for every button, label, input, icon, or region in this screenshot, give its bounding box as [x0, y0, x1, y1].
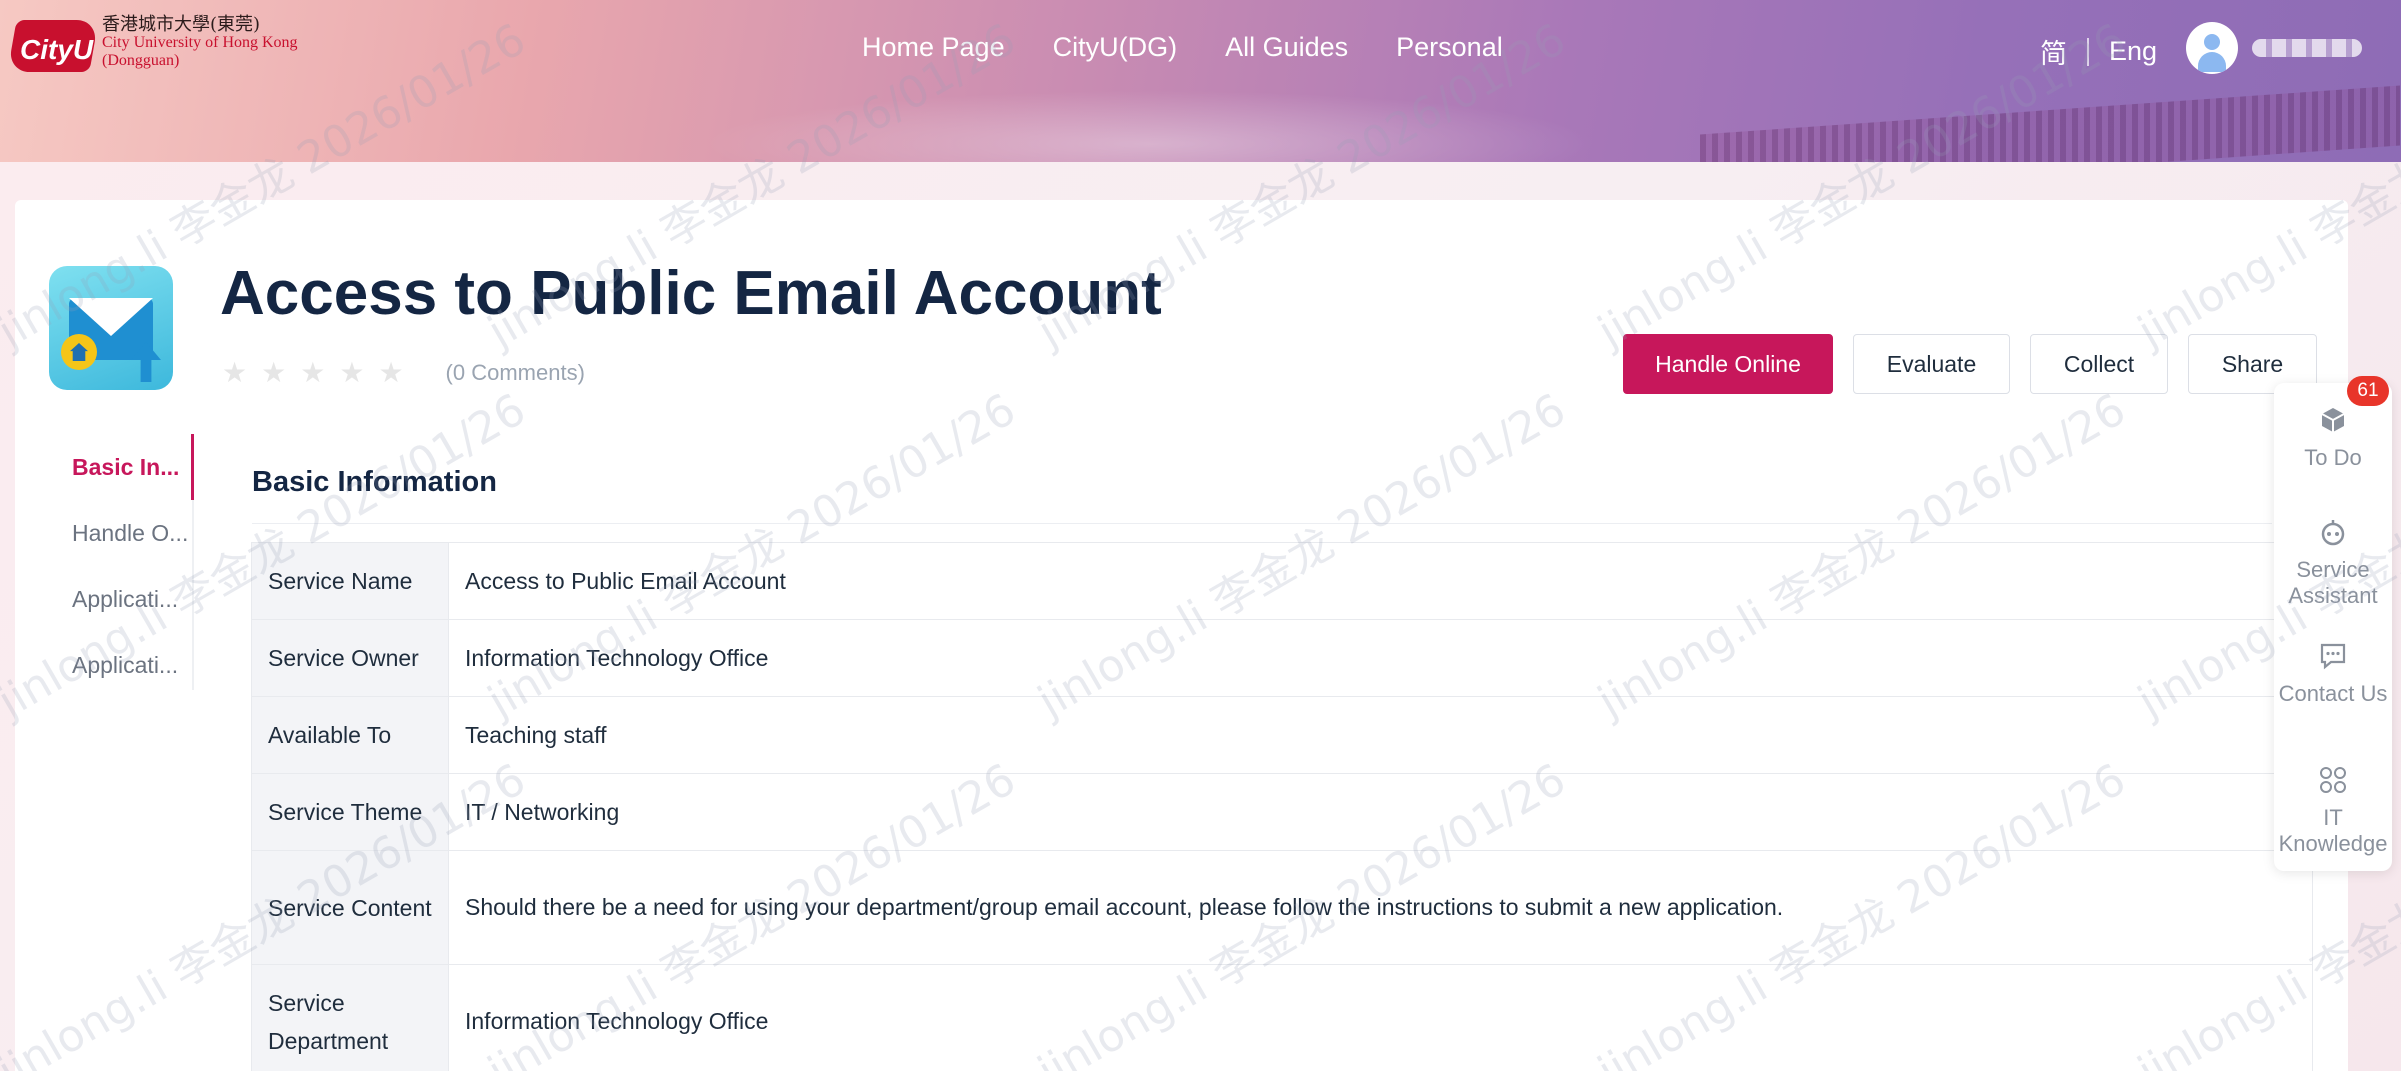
- lang-zh[interactable]: 简: [2040, 32, 2067, 71]
- floating-toolbar: To Do Service Assistant Contact Us IT Kn…: [2274, 383, 2392, 871]
- row-key: Service Content: [251, 850, 449, 965]
- anchor-basic-info[interactable]: Basic In...: [60, 434, 194, 500]
- university-logo[interactable]: CityU 香港城市大學(東莞) City University of Hong…: [6, 14, 298, 76]
- todo-count-badge: 61: [2347, 376, 2389, 406]
- anchor-application-1[interactable]: Applicati...: [60, 566, 192, 632]
- lang-en[interactable]: Eng: [2109, 36, 2157, 67]
- table-row: Service Name Access to Public Email Acco…: [251, 542, 2313, 620]
- star-icon[interactable]: ★: [378, 356, 403, 389]
- todo-label: To Do: [2304, 445, 2362, 470]
- header-building-decoration: [1700, 85, 2400, 162]
- user-menu[interactable]: [2186, 22, 2362, 74]
- row-value: IT / Networking: [448, 773, 2313, 851]
- star-icon[interactable]: ★: [222, 356, 247, 389]
- comments-count[interactable]: (0 Comments): [446, 360, 585, 386]
- star-icon[interactable]: ★: [339, 356, 364, 389]
- row-key: Service Theme: [251, 773, 449, 851]
- anchor-handle-online[interactable]: Handle O...: [60, 500, 192, 566]
- service-assistant-entry[interactable]: Service Assistant: [2274, 517, 2392, 609]
- nav-cityu-dg[interactable]: CityU(DG): [1053, 32, 1177, 63]
- it-knowledge-label: IT Knowledge: [2278, 805, 2388, 856]
- table-row: Service Theme IT / Networking: [251, 773, 2313, 851]
- contact-us-label: Contact Us: [2278, 681, 2388, 706]
- row-value: Information Technology Office: [448, 964, 2313, 1071]
- it-knowledge-entry[interactable]: IT Knowledge: [2274, 765, 2392, 857]
- service-assistant-label: Service Assistant: [2288, 557, 2378, 608]
- handle-online-button[interactable]: Handle Online: [1623, 334, 1833, 394]
- grid-icon: [2318, 765, 2348, 795]
- anchor-nav: Basic In... Handle O... Applicati... App…: [60, 434, 194, 690]
- lang-divider: [2087, 37, 2089, 66]
- top-header: CityU 香港城市大學(東莞) City University of Hong…: [0, 0, 2401, 162]
- star-icon[interactable]: ★: [300, 356, 325, 389]
- robot-icon: [2318, 517, 2348, 547]
- top-nav: Home Page CityU(DG) All Guides Personal: [862, 32, 1503, 63]
- cube-icon: [2318, 405, 2348, 435]
- row-key: Service Department: [251, 964, 449, 1071]
- nav-personal[interactable]: Personal: [1396, 32, 1503, 63]
- row-key: Available To: [251, 696, 449, 774]
- table-row: Available To Teaching staff: [251, 696, 2313, 774]
- nav-all-guides[interactable]: All Guides: [1225, 32, 1348, 63]
- row-key: Service Owner: [251, 619, 449, 697]
- action-buttons: Handle Online Evaluate Collect Share: [1623, 334, 2317, 394]
- username-redacted: [2252, 39, 2362, 57]
- logo-text: 香港城市大學(東莞) City University of Hong Kong …: [102, 16, 298, 70]
- table-row: Service Department Information Technolog…: [251, 964, 2313, 1071]
- email-service-icon: [49, 266, 173, 390]
- table-row: Service Owner Information Technology Off…: [251, 619, 2313, 697]
- section-title: Basic Information: [252, 466, 497, 498]
- avatar[interactable]: [2186, 22, 2238, 74]
- contact-us-entry[interactable]: Contact Us: [2274, 641, 2392, 707]
- language-switch: 简 Eng: [2040, 32, 2157, 71]
- chat-icon: [2318, 641, 2348, 671]
- todo-entry[interactable]: To Do: [2274, 405, 2392, 471]
- basic-info-table: Service Name Access to Public Email Acco…: [251, 542, 2313, 1071]
- logo-badge-text: CityU: [20, 34, 94, 65]
- logo-en-campus: (Dongguan): [102, 52, 180, 69]
- evaluate-button[interactable]: Evaluate: [1853, 334, 2010, 394]
- row-value: Teaching staff: [448, 696, 2313, 774]
- collect-button[interactable]: Collect: [2030, 334, 2168, 394]
- table-row: Service Content Should there be a need f…: [251, 850, 2313, 965]
- logo-badge: CityU: [6, 14, 99, 76]
- star-icon[interactable]: ★: [261, 356, 286, 389]
- rating: ★ ★ ★ ★ ★ (0 Comments): [222, 356, 585, 389]
- page-title: Access to Public Email Account: [220, 259, 1162, 328]
- logo-en-name: City University of Hong Kong: [102, 34, 298, 51]
- row-value: Information Technology Office: [448, 619, 2313, 697]
- row-key: Service Name: [251, 542, 449, 620]
- logo-zh-name: 香港城市大學(東莞): [102, 14, 261, 35]
- row-value: Access to Public Email Account: [448, 542, 2313, 620]
- header-cloud-decoration: [700, 90, 1600, 162]
- section-divider: [252, 523, 2272, 524]
- nav-home-page[interactable]: Home Page: [862, 32, 1005, 63]
- row-value: Should there be a need for using your de…: [448, 850, 2313, 965]
- anchor-application-2[interactable]: Applicati...: [60, 632, 192, 698]
